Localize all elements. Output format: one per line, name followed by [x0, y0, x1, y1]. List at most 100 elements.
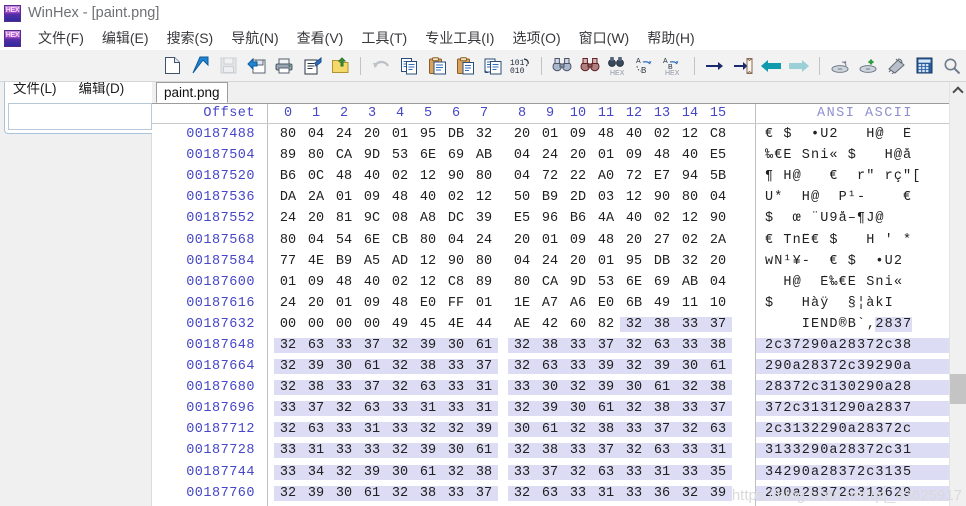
vertical-scrollbar[interactable]: [949, 82, 966, 506]
row-ascii[interactable]: 2c37290a28372c38: [756, 337, 949, 353]
hex-byte[interactable]: 31: [302, 443, 330, 459]
hex-byte[interactable]: 63: [302, 337, 330, 353]
hex-byte[interactable]: 38: [536, 337, 564, 353]
hex-byte[interactable]: 39: [536, 401, 564, 417]
hex-byte[interactable]: 40: [676, 148, 704, 163]
goto-offset-icon[interactable]: [703, 54, 727, 78]
row-ascii[interactable]: $ œ ¨Ü9å–¶J@: [756, 211, 949, 226]
menu-item-view[interactable]: 查看(V): [288, 28, 353, 48]
menu-item-specialist[interactable]: 专业工具(I): [416, 28, 503, 48]
copy-block-icon[interactable]: [481, 54, 505, 78]
row-bytes[interactable]: B6 0C 48 40 02 12 90 80 04 72 22 A0 72 E7 94 5B: [268, 169, 755, 184]
hex-row[interactable]: 00187568 80 04 54 6E CB 80 04 24 20 01 09 48 20 27 02 2A…: [152, 229, 949, 251]
row-bytes[interactable]: 32 39 30 61 32 38 33 37 32 63 33 39 32 39 30 61: [268, 359, 755, 375]
hex-byte[interactable]: 96: [536, 211, 564, 226]
hex-row[interactable]: 00187520 B6 0C 48 40 02 12 90 80 04 72 22 A0 72 E7 94 5B…: [152, 166, 949, 188]
hex-byte[interactable]: 04: [442, 233, 470, 248]
hex-byte[interactable]: 82: [592, 317, 620, 332]
hex-byte[interactable]: 30: [564, 401, 592, 417]
hex-byte[interactable]: 33: [274, 401, 302, 417]
hex-byte[interactable]: 20: [564, 148, 592, 163]
hex-byte[interactable]: 37: [592, 337, 620, 353]
row-ascii[interactable]: € TnË€ $ H ' *: [756, 233, 949, 248]
hex-byte[interactable]: 38: [414, 359, 442, 375]
hex-byte[interactable]: DA: [274, 190, 302, 205]
hex-row[interactable]: 00187760 32 39 30 61 32 38 33 37 32 63 33 31 33 36 32 39…: [152, 482, 949, 504]
hex-byte[interactable]: 24: [274, 211, 302, 226]
hex-byte[interactable]: 32: [508, 401, 536, 417]
hex-byte[interactable]: B9: [330, 254, 358, 269]
row-ascii[interactable]: wN¹¥- € $ •Û2: [756, 254, 949, 269]
hex-byte[interactable]: 20: [358, 127, 386, 142]
hex-byte[interactable]: 60: [564, 317, 592, 332]
hex-byte[interactable]: 4E: [442, 317, 470, 332]
row-bytes[interactable]: 32 38 33 37 32 63 33 31 33 30 32 39 30 61 32 38: [268, 380, 755, 396]
hex-byte[interactable]: 42: [536, 317, 564, 332]
hex-byte[interactable]: 38: [414, 485, 442, 501]
hex-byte[interactable]: 32: [470, 127, 498, 142]
hex-byte[interactable]: 31: [358, 422, 386, 438]
open-folder-icon[interactable]: [328, 54, 352, 78]
hex-byte[interactable]: 33: [358, 443, 386, 459]
hex-byte[interactable]: 12: [414, 254, 442, 269]
hex-byte[interactable]: AD: [386, 254, 414, 269]
case-data-tree[interactable]: [8, 103, 152, 130]
row-ascii[interactable]: ‰€Ê Sni« $ H@å: [756, 148, 949, 163]
hex-byte[interactable]: 37: [470, 359, 498, 375]
case-tab-file[interactable]: 文件(L): [13, 82, 57, 97]
hex-byte[interactable]: 00: [330, 317, 358, 332]
hex-byte[interactable]: 63: [358, 401, 386, 417]
hex-byte[interactable]: 2A: [302, 190, 330, 205]
hex-byte[interactable]: 48: [330, 169, 358, 184]
hex-row[interactable]: 00187744 33 34 32 39 30 61 32 38 33 37 32 63 33 31 33 35…: [152, 461, 949, 483]
hex-byte[interactable]: 02: [648, 127, 676, 142]
row-bytes[interactable]: 00 00 00 00 49 45 4E 44 AE 42 60 82 32 38 33 37: [268, 316, 755, 332]
row-bytes[interactable]: DA 2A 01 09 48 40 02 12 50 B9 2D 03 12 90 80 04: [268, 190, 755, 205]
hex-byte[interactable]: 39: [592, 380, 620, 396]
hex-byte[interactable]: 63: [648, 443, 676, 459]
hex-byte[interactable]: 50: [508, 190, 536, 205]
hex-byte[interactable]: 90: [704, 211, 732, 226]
hex-byte[interactable]: 6E: [358, 233, 386, 248]
hex-byte[interactable]: 48: [386, 296, 414, 311]
hex-byte[interactable]: 01: [330, 190, 358, 205]
hex-byte[interactable]: AB: [676, 275, 704, 290]
hex-byte[interactable]: 4E: [302, 254, 330, 269]
row-ascii[interactable]: 290a28372c313629: [756, 485, 949, 501]
hex-byte[interactable]: 24: [470, 233, 498, 248]
hex-byte[interactable]: 61: [470, 443, 498, 459]
hex-byte[interactable]: 33: [508, 380, 536, 396]
paste-clipboard-icon[interactable]: [425, 54, 449, 78]
hex-byte[interactable]: 12: [414, 275, 442, 290]
hex-byte[interactable]: A6: [564, 296, 592, 311]
hex-byte[interactable]: 81: [330, 211, 358, 226]
hex-byte[interactable]: 32: [620, 359, 648, 375]
hex-byte[interactable]: 20: [302, 211, 330, 226]
hex-byte[interactable]: 33: [620, 422, 648, 438]
hex-byte[interactable]: 40: [620, 211, 648, 226]
hex-byte[interactable]: 04: [302, 233, 330, 248]
hex-byte[interactable]: 33: [564, 485, 592, 501]
hex-byte[interactable]: 9C: [358, 211, 386, 226]
hex-byte[interactable]: 61: [470, 337, 498, 353]
hex-row[interactable]: 00187696 33 37 32 63 33 31 33 31 32 39 30 61 32 38 33 37…: [152, 398, 949, 420]
hex-byte[interactable]: A7: [536, 296, 564, 311]
ascii-selected-part[interactable]: 2837: [875, 316, 913, 332]
hex-byte[interactable]: 01: [536, 127, 564, 142]
hex-byte[interactable]: 39: [704, 485, 732, 501]
hex-byte[interactable]: B6: [564, 211, 592, 226]
hex-byte[interactable]: 31: [414, 401, 442, 417]
open-disk-icon[interactable]: [828, 54, 852, 78]
hex-byte[interactable]: 61: [358, 359, 386, 375]
menu-item-options[interactable]: 选项(O): [503, 28, 569, 48]
hex-byte[interactable]: 10: [704, 296, 732, 311]
row-ascii[interactable]: Ú* H@ P¹- €: [756, 190, 949, 205]
hex-byte[interactable]: 32: [274, 337, 302, 353]
hex-byte[interactable]: 32: [386, 380, 414, 396]
hex-byte[interactable]: 69: [648, 275, 676, 290]
row-bytes[interactable]: 24 20 01 09 48 E0 FF 01 1E A7 A6 E0 6B 49 11 10: [268, 296, 755, 311]
hex-byte[interactable]: 37: [704, 316, 732, 332]
document-tab-paint-png[interactable]: paint.png: [156, 82, 228, 103]
hex-byte[interactable]: 33: [508, 464, 536, 480]
row-bytes[interactable]: 77 4E B9 A5 AD 12 90 80 04 24 20 01 95 DB 32 20: [268, 254, 755, 269]
